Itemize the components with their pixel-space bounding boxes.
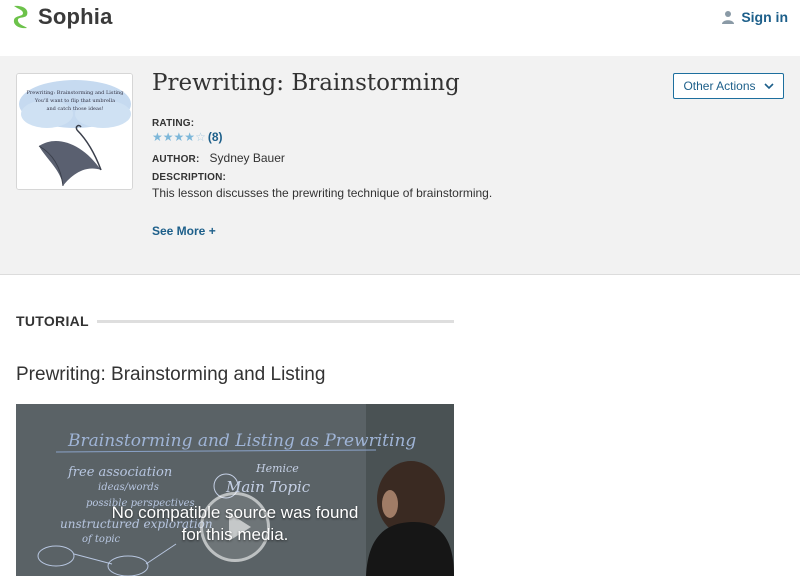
thumbnail-line-1: Prewriting: Brainstorming and Listing <box>27 90 125 96</box>
star-filled-icon: ★ <box>184 130 196 144</box>
star-filled-icon: ★ <box>152 130 163 144</box>
umbrella-thumbnail-image: Prewriting: Brainstorming and Listing Yo… <box>17 74 132 189</box>
brand-name: Sophia <box>38 4 113 29</box>
rating-count[interactable]: (8) <box>208 130 223 144</box>
thumbnail-line-2: You'll want to flip that umbrella <box>34 98 115 104</box>
user-icon <box>722 11 735 24</box>
whiteboard-line-1: free association <box>67 465 172 480</box>
sign-in-link[interactable]: Sign in <box>721 9 788 25</box>
author-label: AUTHOR: <box>152 154 200 165</box>
author-name: Sydney Bauer <box>209 151 285 165</box>
sign-in-label: Sign in <box>741 9 788 25</box>
whiteboard-line-2: ideas/words <box>98 482 159 493</box>
whiteboard-heading: Brainstorming and Listing as Prewriting <box>67 431 416 451</box>
sophia-logo[interactable]: Sophia <box>10 4 113 30</box>
rating[interactable]: ★★★★☆ (8) <box>152 130 223 144</box>
rating-stars: ★★★★☆ <box>152 130 206 144</box>
video-player[interactable]: Brainstorming and Listing as Prewriting … <box>16 404 454 576</box>
lesson-header: Prewriting: Brainstorming and Listing Yo… <box>0 56 800 275</box>
top-bar: Sophia Sign in <box>0 0 800 36</box>
video-error-line-2: for this media. <box>181 525 289 544</box>
lesson-description: This lesson discusses the prewriting tec… <box>152 186 493 200</box>
tutorial-title: Prewriting: Brainstorming and Listing <box>16 364 326 385</box>
sophia-leaf-icon <box>13 5 28 29</box>
lesson-title: Prewriting: Brainstorming <box>152 70 460 96</box>
description-label: DESCRIPTION: <box>152 172 227 183</box>
other-actions-button[interactable]: Other Actions <box>673 73 784 99</box>
tutorial-section-header: TUTORIAL <box>16 313 454 329</box>
thumbnail-line-3: and catch those ideas! <box>46 106 103 112</box>
lesson-thumbnail: Prewriting: Brainstorming and Listing Yo… <box>16 73 133 190</box>
star-filled-icon: ★ <box>162 130 174 144</box>
author-row: AUTHOR: Sydney Bauer <box>152 151 285 165</box>
video-error-message: No compatible source was found for this … <box>16 502 454 546</box>
section-divider <box>96 319 454 323</box>
other-actions-label: Other Actions <box>683 79 756 93</box>
video-error-line-1: No compatible source was found <box>111 503 359 522</box>
chevron-down-icon <box>763 82 774 89</box>
see-more-link[interactable]: See More + <box>152 224 216 238</box>
tutorial-label: TUTORIAL <box>16 313 89 329</box>
star-empty-icon: ☆ <box>195 130 206 144</box>
whiteboard-line-6: Hemice <box>255 462 299 475</box>
star-filled-icon: ★ <box>173 130 185 144</box>
rating-label: RATING: <box>152 118 195 129</box>
